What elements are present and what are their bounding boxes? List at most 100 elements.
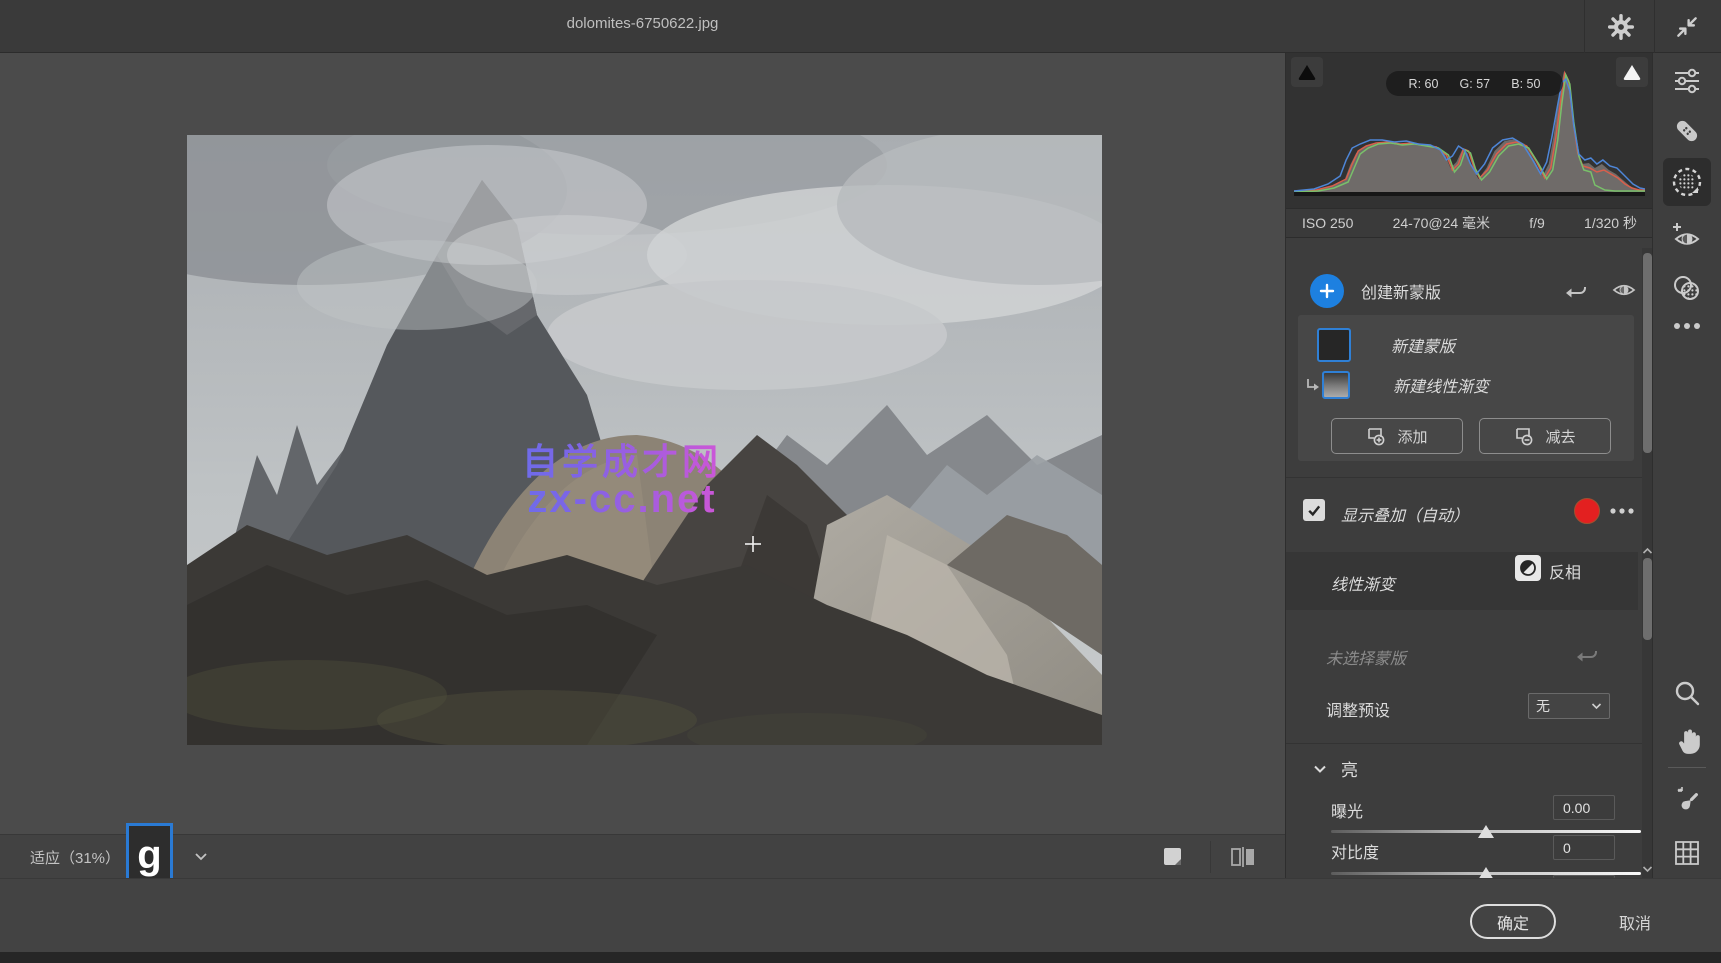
invert-button[interactable]: [1515, 555, 1541, 581]
light-section-label: 亮: [1341, 756, 1358, 781]
add-button[interactable]: 添加: [1331, 418, 1463, 454]
mask-undo-button[interactable]: [1561, 275, 1593, 305]
show-overlay-label: 显示叠加（自动）: [1341, 502, 1469, 526]
hand-tool-button[interactable]: [1663, 716, 1711, 764]
subtract-button[interactable]: 减去: [1479, 418, 1611, 454]
masking-tool-button[interactable]: [1663, 158, 1711, 206]
divider: [1286, 477, 1652, 478]
chevron-down-icon: [1591, 702, 1602, 710]
preview-square-icon: [1161, 845, 1185, 869]
exposure-value[interactable]: 0.00: [1553, 795, 1615, 820]
plus-icon: [1310, 274, 1344, 308]
hand-icon: [1673, 725, 1701, 755]
exposure-slider-thumb[interactable]: [1478, 825, 1494, 838]
presets-tool-button[interactable]: [1663, 264, 1711, 312]
mask-item-label: 新建线性渐变: [1393, 373, 1489, 397]
exif-aperture: f/9: [1529, 215, 1545, 231]
healing-tool-button[interactable]: [1663, 107, 1711, 155]
collapse-icon: [1674, 14, 1700, 40]
chevron-down-icon: [1313, 764, 1327, 774]
contrast-slider-thumb[interactable]: [1478, 867, 1494, 878]
edit-tool-button[interactable]: [1663, 57, 1711, 105]
show-overlay-checkbox[interactable]: [1303, 499, 1325, 521]
healing-icon: [1671, 115, 1703, 147]
grid-overlay-button[interactable]: [1663, 829, 1711, 877]
mask-item-linear-gradient[interactable]: 新建线性渐变: [1322, 368, 1622, 402]
adjust-preset-label: 调整预设: [1326, 697, 1390, 721]
preview-toggle-button[interactable]: [1158, 842, 1188, 872]
highlight-clipping-toggle[interactable]: [1616, 57, 1648, 87]
more-tools-button[interactable]: [1663, 308, 1711, 344]
histogram[interactable]: R: 60 G: 57 B: 50: [1286, 53, 1652, 208]
exposure-label: 曝光: [1331, 798, 1363, 822]
add-label: 添加: [1397, 426, 1427, 447]
scroll-down-icon[interactable]: [1642, 865, 1652, 873]
right-panel: R: 60 G: 57 B: 50 ISO 250 24-70@24 毫米 f/…: [1285, 53, 1652, 878]
mask-visibility-button[interactable]: [1608, 275, 1640, 305]
contrast-value[interactable]: 0: [1553, 835, 1615, 860]
redeye-icon: [1672, 220, 1702, 250]
exif-bar: ISO 250 24-70@24 毫米 f/9 1/320 秒: [1286, 208, 1652, 238]
mask-item-label: 新建蒙版: [1391, 333, 1455, 357]
preset-value: 无: [1536, 696, 1550, 716]
overlay-more-button[interactable]: [1608, 503, 1636, 519]
exif-iso: ISO 250: [1302, 215, 1353, 231]
more-icon: [1608, 503, 1636, 519]
redeye-tool-button[interactable]: [1663, 211, 1711, 259]
titlebar-separator: [1584, 0, 1585, 53]
mask-item-new-mask[interactable]: 新建蒙版: [1317, 326, 1617, 364]
create-mask-label: 创建新蒙版: [1361, 279, 1441, 303]
adjustments-undo-button[interactable]: [1576, 643, 1600, 665]
cancel-button[interactable]: 取消: [1600, 904, 1670, 939]
gear-icon: [1607, 13, 1635, 41]
tool-header: 线性渐变: [1286, 552, 1638, 610]
shadow-clipping-toggle[interactable]: [1291, 57, 1323, 87]
eye-icon: [1612, 281, 1636, 299]
edit-sliders-icon: [1672, 66, 1702, 96]
adjust-scrollbar-thumb[interactable]: [1643, 558, 1652, 640]
scroll-up-icon[interactable]: [1642, 547, 1652, 555]
zoom-level[interactable]: 适应（31%）: [30, 847, 120, 868]
masking-icon: [1671, 166, 1703, 198]
mask-scrollbar-thumb[interactable]: [1643, 253, 1652, 453]
rail-separator: [1668, 767, 1706, 768]
photo[interactable]: 自学成才网 zx-cc.net: [187, 135, 1102, 745]
rgb-r-value: R: 60: [1409, 77, 1439, 91]
whitebalance-tool-button[interactable]: [1663, 777, 1711, 825]
exit-fullscreen-button[interactable]: [1668, 8, 1706, 46]
check-icon: [1306, 502, 1322, 518]
child-arrow-icon: [1304, 377, 1320, 393]
grid-icon: [1673, 839, 1701, 867]
mask-list: 新建蒙版 新建线性渐变 添加: [1298, 315, 1634, 461]
rgb-g-value: G: 57: [1460, 77, 1491, 91]
window-title: dolomites-6750622.jpg: [0, 15, 1285, 32]
light-section-header[interactable]: 亮: [1313, 756, 1358, 781]
preset-dropdown[interactable]: 无: [1528, 693, 1610, 719]
ok-label: 确定: [1497, 910, 1529, 934]
gradient-thumbnail: [1322, 371, 1350, 399]
undo-icon: [1576, 643, 1600, 665]
canvas-area: 自学成才网 zx-cc.net 适应（31%）: [0, 53, 1285, 878]
zoom-bar: 适应（31%）: [0, 834, 1285, 878]
thumbnail-chevron-icon[interactable]: [194, 851, 208, 861]
before-after-button[interactable]: [1226, 842, 1260, 872]
settings-button[interactable]: [1602, 8, 1640, 46]
watermark-line2: zx-cc.net: [402, 477, 842, 522]
zoom-tool-button[interactable]: [1663, 669, 1711, 717]
strip-separator: [1210, 841, 1211, 873]
overlay-color-swatch[interactable]: [1574, 498, 1600, 524]
bottom-strip: [0, 952, 1721, 963]
contrast-label: 对比度: [1331, 839, 1379, 863]
tool-rail: [1652, 53, 1721, 878]
footer-bar: 确定 取消: [0, 878, 1721, 952]
add-mask-icon: [1366, 426, 1388, 446]
acr-window: dolomites-6750622.jpg: [0, 0, 1721, 963]
ok-button[interactable]: 确定: [1470, 904, 1556, 939]
rgb-readout: R: 60 G: 57 B: 50: [1386, 71, 1563, 96]
exif-shutter: 1/320 秒: [1584, 213, 1637, 233]
presets-icon: [1671, 273, 1703, 303]
crosshair: [744, 535, 762, 553]
more-icon: [1672, 320, 1702, 332]
subtract-label: 减去: [1545, 426, 1575, 447]
cancel-label: 取消: [1619, 910, 1651, 934]
